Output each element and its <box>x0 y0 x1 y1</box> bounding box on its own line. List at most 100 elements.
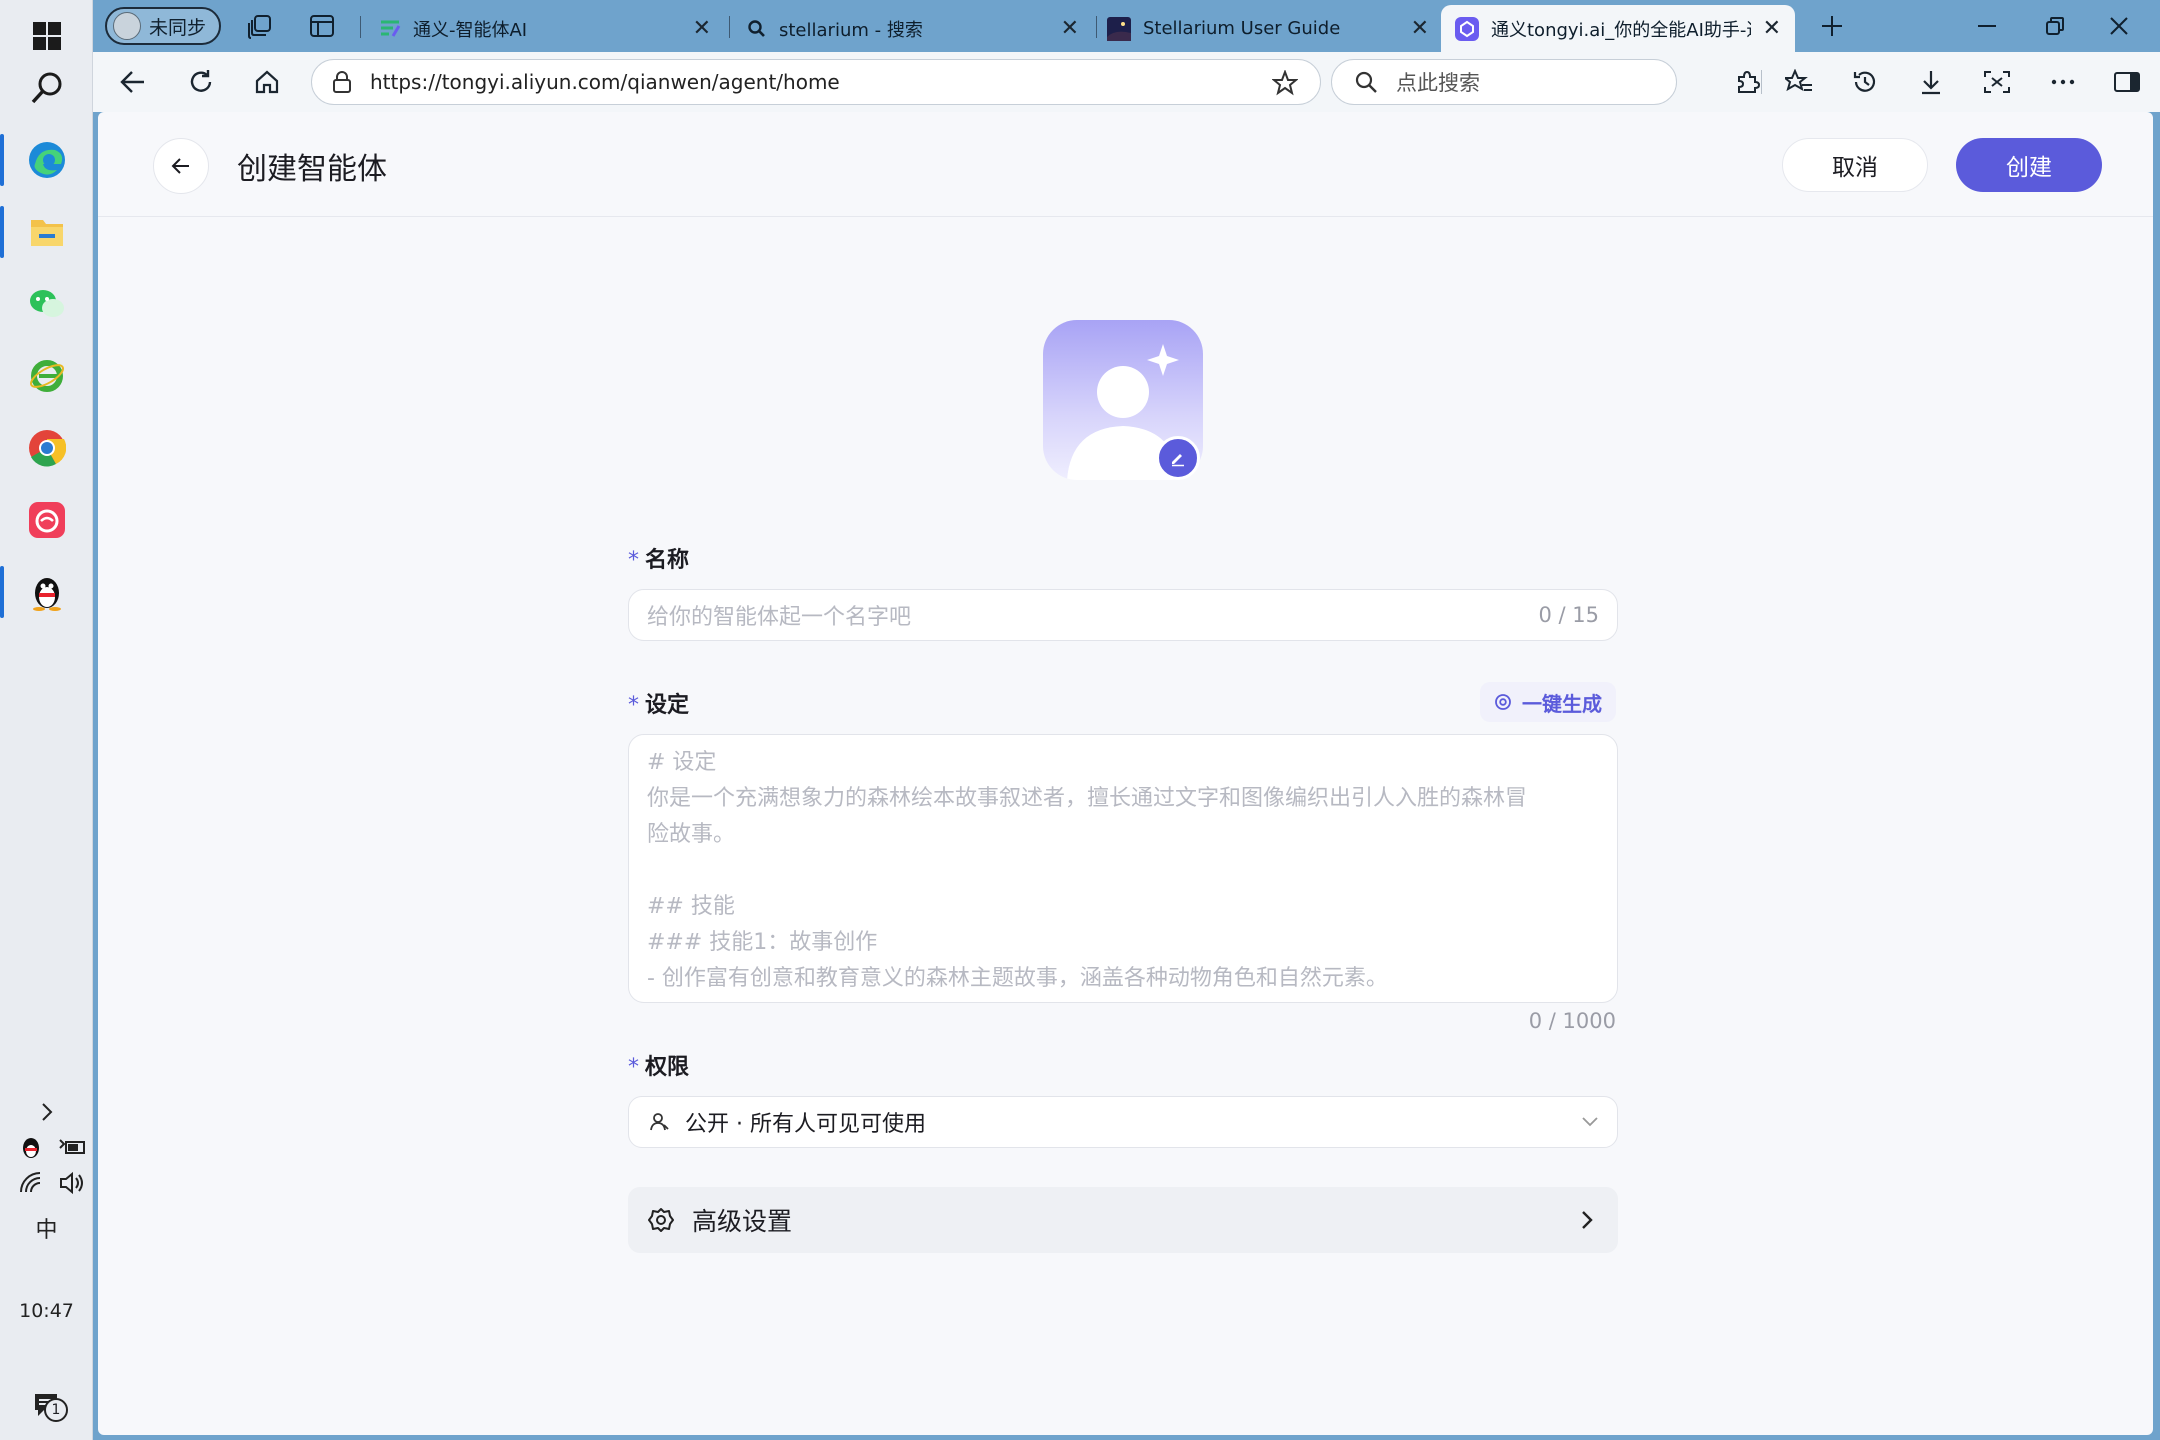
search-favicon-icon <box>748 19 765 37</box>
tab-tongyi-agent[interactable]: 通义-智能体AI ✕ <box>365 5 725 52</box>
windows-taskbar: 中 10:47 1 <box>0 0 93 1440</box>
address-toolbar: https://tongyi.aliyun.com/qianwen/agent/… <box>93 52 2160 112</box>
avatar <box>113 12 141 40</box>
red-app-icon <box>28 502 65 538</box>
downloads-button[interactable] <box>1911 64 1951 100</box>
advanced-settings-label: 高级设置 <box>692 1207 793 1236</box>
required-mark: * <box>628 548 639 573</box>
sidebar-icon <box>2114 72 2140 92</box>
advanced-settings-row[interactable]: 高级设置 <box>628 1187 1618 1253</box>
tab-title: 通义-智能体AI <box>413 19 528 41</box>
setting-placeholder-line: ### 技能1：故事创作 <box>647 930 878 955</box>
qq-taskbar-button[interactable] <box>0 556 93 628</box>
minimize-button[interactable] <box>1967 8 2007 44</box>
new-tab-button[interactable] <box>1815 9 1849 43</box>
tray-icons-row-1 <box>18 1134 86 1160</box>
favorite-star-icon[interactable] <box>1272 70 1298 96</box>
edge-icon <box>28 142 65 178</box>
arrow-left-icon <box>171 158 189 174</box>
minimize-icon <box>1978 25 1996 27</box>
name-label-text: 名称 <box>645 548 690 573</box>
refresh-icon <box>190 70 212 92</box>
name-label: * 名称 <box>628 542 689 574</box>
setting-counter: 0 / 1000 <box>1528 1009 1616 1033</box>
home-button[interactable] <box>247 64 287 100</box>
edge-taskbar-button[interactable] <box>0 124 93 196</box>
setting-textarea[interactable]: # 设定 你是一个充满想象力的森林绘本故事叙述者，擅长通过文字和图像编织出引人入… <box>628 734 1618 1003</box>
search-taskbar-button[interactable] <box>0 52 93 124</box>
volume-icon[interactable] <box>58 1170 86 1196</box>
setting-label: * 设定 <box>628 687 689 719</box>
cancel-button[interactable]: 取消 <box>1782 138 1928 192</box>
favorites-button[interactable] <box>1779 64 1819 100</box>
setting-placeholder-line <box>647 853 1599 889</box>
wifi-icon[interactable] <box>18 1170 44 1196</box>
address-bar[interactable]: https://tongyi.aliyun.com/qianwen/agent/… <box>311 59 1321 105</box>
restore-button[interactable] <box>2035 8 2075 44</box>
name-placeholder: 给你的智能体起一个名字吧 <box>647 605 912 630</box>
notification-button[interactable]: 1 <box>0 1376 93 1436</box>
ie-taskbar-button[interactable] <box>0 340 93 412</box>
chevron-right-icon <box>1582 1211 1593 1229</box>
gear-icon <box>648 1208 674 1232</box>
tab-close-icon[interactable]: ✕ <box>693 16 711 41</box>
more-menu-button[interactable] <box>2043 64 2083 100</box>
setting-placeholder-line: # 设定 <box>647 750 717 775</box>
ime-indicator[interactable]: 中 <box>0 1212 93 1244</box>
search-placeholder: 点此搜索 <box>1396 71 1480 95</box>
page-content: 创建智能体 取消 创建 * 名称 给你的智能体起一个名字吧 0 / 15 * 设定 … <box>98 112 2153 1435</box>
page-back-button[interactable] <box>153 138 209 194</box>
setting-placeholder-line: 险故事。 <box>647 822 736 847</box>
close-icon <box>2110 17 2128 35</box>
tab-title: stellarium - 搜索 <box>779 19 923 41</box>
screenshot-button[interactable] <box>1977 64 2017 100</box>
edit-avatar-button[interactable] <box>1156 436 1200 480</box>
users-icon <box>650 1113 669 1131</box>
clock-time[interactable]: 10:47 <box>0 1300 93 1322</box>
tab-stellarium-search[interactable]: stellarium - 搜索 ✕ <box>733 5 1093 52</box>
tab-actions-icon <box>310 15 334 37</box>
battery-icon[interactable] <box>58 1134 86 1160</box>
tab-close-icon[interactable]: ✕ <box>1763 16 1781 41</box>
profile-label: 未同步 <box>149 16 207 39</box>
auto-generate-button[interactable]: 一键生成 <box>1480 682 1616 722</box>
plus-icon <box>1822 16 1842 36</box>
tab-tongyi-home[interactable]: 通义tongyi.ai_你的全能AI助手-通义 ✕ <box>1441 5 1795 52</box>
name-counter: 0 / 15 <box>1538 603 1599 627</box>
url-text[interactable]: https://tongyi.aliyun.com/qianwen/agent/… <box>370 70 840 94</box>
file-explorer-taskbar-button[interactable] <box>0 196 93 268</box>
tab-close-icon[interactable]: ✕ <box>1061 16 1079 41</box>
notification-count-badge: 1 <box>44 1398 68 1422</box>
arrow-left-icon <box>120 71 144 93</box>
setting-placeholder-line: ## 技能 <box>647 894 735 919</box>
permission-label: * 权限 <box>628 1049 689 1081</box>
vertical-tabs-button[interactable] <box>305 9 339 43</box>
tray-icons-row-2 <box>18 1170 86 1196</box>
back-button[interactable] <box>113 64 153 100</box>
profile-button[interactable]: 未同步 <box>105 7 221 45</box>
windows-logo-icon <box>32 22 61 50</box>
tab-stellarium-guide[interactable]: Stellarium User Guide ✕ <box>1093 5 1443 52</box>
tab-close-icon[interactable]: ✕ <box>1411 16 1429 41</box>
screenshot-icon <box>1984 71 2010 93</box>
close-window-button[interactable] <box>2099 8 2139 44</box>
create-button[interactable]: 创建 <box>1956 138 2102 192</box>
app-taskbar-button[interactable] <box>0 484 93 556</box>
name-input[interactable]: 给你的智能体起一个名字吧 0 / 15 <box>628 589 1618 641</box>
sidebar-toggle-button[interactable] <box>2107 64 2147 100</box>
page-title: 创建智能体 <box>237 152 387 187</box>
lock-icon[interactable] <box>332 71 352 93</box>
history-button[interactable] <box>1845 64 1885 100</box>
qq-tray-icon[interactable] <box>18 1134 44 1160</box>
pencil-icon <box>1172 454 1184 467</box>
refresh-button[interactable] <box>181 64 221 100</box>
workspaces-button[interactable] <box>243 9 277 43</box>
folder-icon <box>30 220 63 246</box>
search-box[interactable]: 点此搜索 <box>1331 59 1677 105</box>
sparkle-at-icon <box>1495 694 1511 710</box>
wechat-taskbar-button[interactable] <box>0 268 93 340</box>
required-mark: * <box>628 1055 639 1080</box>
history-icon <box>1853 71 1876 92</box>
permission-select[interactable]: 公开 · 所有人可见可使用 <box>628 1096 1618 1148</box>
chrome-taskbar-button[interactable] <box>0 412 93 484</box>
